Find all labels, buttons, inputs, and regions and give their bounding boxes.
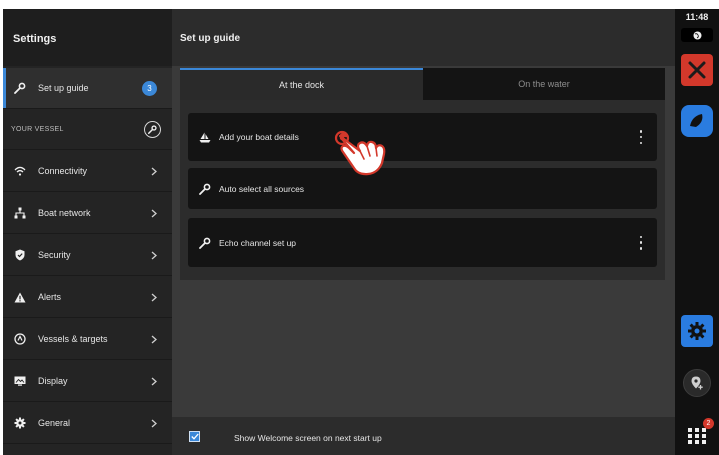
sidebar-item-connectivity[interactable]: Connectivity — [3, 151, 172, 192]
sidebar-item-label: General — [38, 418, 71, 428]
sidebar-item-label: Alerts — [38, 292, 62, 302]
tap-hand-icon — [334, 130, 386, 176]
sidebar-item-label: Display — [38, 376, 68, 386]
sidebar-item-setup-guide[interactable]: Set up guide 3 — [3, 68, 172, 109]
count-badge: 3 — [142, 80, 157, 96]
wrench-icon — [13, 81, 27, 95]
tab-at-the-dock[interactable]: At the dock — [180, 68, 423, 100]
globe-icon — [693, 31, 701, 39]
sidebar-item-label: Connectivity — [38, 166, 88, 176]
sidebar-item-label: Vessels & targets — [38, 334, 108, 344]
wrench-icon — [198, 182, 212, 196]
wifi-icon — [13, 164, 27, 178]
sidebar-item-general[interactable]: General — [3, 403, 172, 444]
notification-badge: 2 — [703, 418, 714, 429]
chevron-right-icon — [149, 418, 159, 428]
add-waypoint-button[interactable] — [683, 369, 711, 397]
clock: 11:48 — [685, 12, 709, 22]
sidebar-item-label: Set up guide — [38, 83, 89, 93]
checkbox-label: Show Welcome screen on next start up — [234, 433, 382, 443]
more-options-button[interactable] — [637, 235, 645, 250]
sidebar-section-your-vessel: YOUR VESSEL — [3, 110, 172, 150]
network-icon — [13, 206, 27, 220]
tab-on-the-water[interactable]: On the water — [423, 68, 665, 100]
sidebar-item-alerts[interactable]: Alerts — [3, 277, 172, 318]
man-overboard-icon — [688, 61, 706, 79]
chevron-right-icon — [149, 376, 159, 386]
vessel-setup-button[interactable] — [144, 121, 161, 138]
shield-icon — [13, 248, 27, 262]
chevron-right-icon — [149, 292, 159, 302]
target-icon — [13, 332, 27, 346]
chevron-right-icon — [149, 166, 159, 176]
app-window: Settings Set up guide 3 YOUR VESSEL Conn… — [3, 9, 719, 455]
mob-app-button[interactable] — [681, 54, 713, 86]
gear-icon — [13, 416, 27, 430]
card-auto-select-sources[interactable]: Auto select all sources — [188, 168, 657, 209]
chart-app-icon — [690, 114, 703, 127]
chevron-right-icon — [149, 208, 159, 218]
card-label: Echo channel set up — [219, 237, 297, 248]
card-label: Add your boat details — [219, 132, 299, 142]
chart-app-button[interactable] — [681, 105, 713, 137]
sidebar-header: Settings — [3, 9, 172, 66]
card-add-boat-details[interactable]: Add your boat details — [188, 113, 657, 161]
alert-icon — [13, 290, 27, 304]
sidebar-item-vessels-targets[interactable]: Vessels & targets — [3, 319, 172, 360]
wrench-icon — [198, 236, 212, 250]
chevron-right-icon — [149, 334, 159, 344]
add-waypoint-icon — [691, 376, 703, 390]
boat-icon — [198, 130, 212, 144]
gear-icon — [688, 322, 706, 340]
sidebar-title: Settings — [13, 33, 57, 45]
main-header: Set up guide — [172, 9, 675, 66]
sidebar-item-security[interactable]: Security — [3, 235, 172, 276]
sidebar-item-label: Security — [38, 250, 71, 260]
more-options-button[interactable] — [637, 130, 645, 144]
main-content: Set up guide At the dock On the water Ad… — [172, 9, 675, 455]
connection-status[interactable] — [681, 28, 713, 42]
sidebar-item-display[interactable]: Display — [3, 361, 172, 402]
sidebar-item-boat-network[interactable]: Boat network — [3, 193, 172, 234]
welcome-checkbox[interactable] — [189, 431, 200, 442]
chevron-right-icon — [149, 250, 159, 260]
settings-sidebar: Settings Set up guide 3 YOUR VESSEL Conn… — [3, 9, 172, 455]
display-icon — [13, 374, 27, 388]
card-label: Auto select all sources — [219, 183, 305, 194]
sidebar-item-label: Boat network — [38, 208, 91, 218]
setup-guide-panel: At the dock On the water Add your boat d… — [180, 68, 665, 280]
welcome-footer: Show Welcome screen on next start up — [172, 417, 675, 455]
card-echo-channel-setup[interactable]: Echo channel set up — [188, 218, 657, 267]
settings-app-button[interactable] — [681, 315, 713, 347]
section-label: YOUR VESSEL — [11, 126, 64, 133]
page-title: Set up guide — [180, 33, 240, 44]
right-app-bar: 11:48 2 — [675, 9, 719, 455]
